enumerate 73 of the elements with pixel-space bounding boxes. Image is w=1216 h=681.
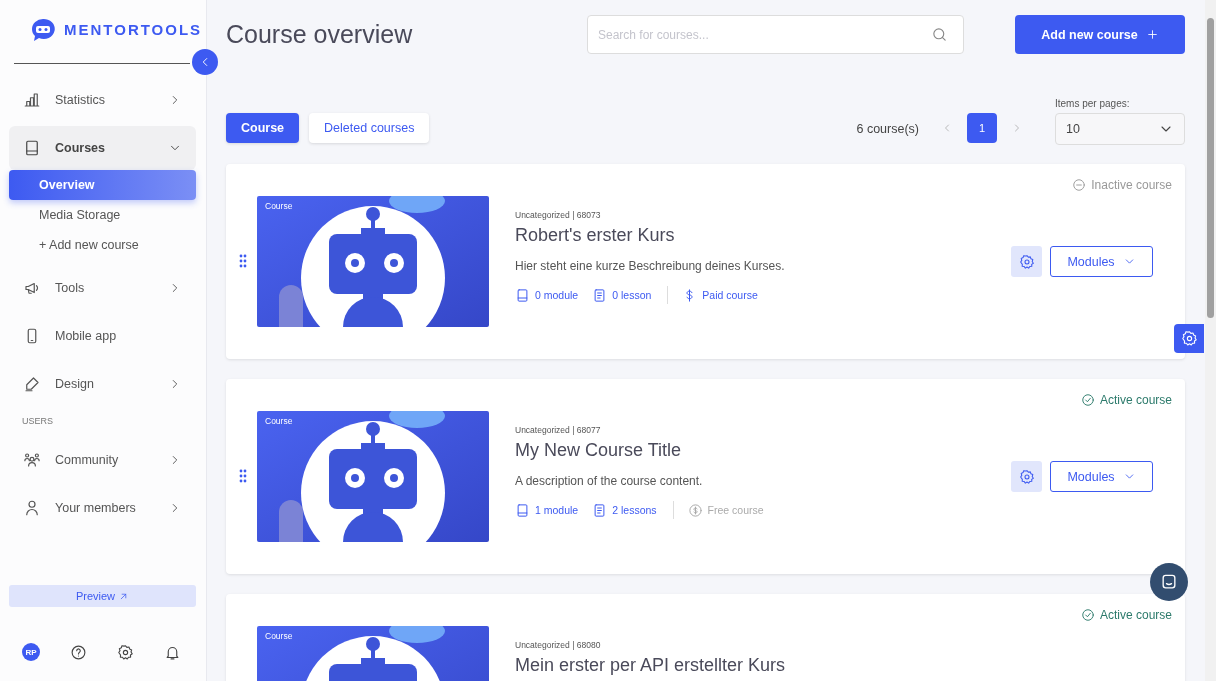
course-title[interactable]: Mein erster per API erstellter Kurs (515, 655, 1153, 676)
settings-icon (1180, 330, 1198, 347)
course-settings-button[interactable] (1011, 246, 1042, 277)
people-icon (23, 451, 41, 469)
items-per-page-label: Items per pages: (1055, 98, 1131, 109)
thumbnail-label: Course (265, 201, 293, 211)
drag-handle-icon[interactable] (239, 254, 247, 268)
modules-dropdown-button[interactable]: Modules (1050, 461, 1153, 492)
tab[interactable]: Deleted courses (309, 113, 430, 143)
settings-icon (117, 643, 134, 661)
module-count[interactable]: 0 module (515, 287, 579, 303)
scrollbar-thumb[interactable] (1207, 18, 1214, 318)
price-type: Free course (687, 502, 764, 518)
course-description: A description of the course content. (515, 474, 704, 488)
sidebar-item[interactable]: Community (9, 438, 196, 482)
modules-dropdown-button[interactable]: Modules (1050, 246, 1153, 277)
settings-icon (1018, 253, 1035, 270)
preview-button[interactable]: Preview (9, 585, 196, 607)
help-icon (70, 643, 87, 661)
book-icon (515, 287, 530, 303)
sidebar-item[interactable]: Statistics (9, 78, 196, 122)
plus-icon (1145, 28, 1159, 41)
search-field[interactable]: Search for courses... (587, 15, 964, 54)
course-status: Active course (1080, 608, 1172, 622)
coin-icon (687, 502, 703, 518)
sidebar-item[interactable]: Mobile app (9, 314, 196, 358)
minus-circle-icon (1072, 178, 1087, 192)
thumbnail-label: Course (265, 416, 293, 426)
sidebar-item[interactable]: Your members (9, 486, 196, 530)
items-per-page-select[interactable]: 10 (1055, 113, 1185, 145)
thumbnail-label: Course (265, 631, 293, 641)
submenu-item[interactable]: Media Storage (9, 200, 196, 230)
robot-logo-icon (30, 17, 56, 41)
user-avatar[interactable]: RP (22, 643, 40, 661)
book-icon (515, 502, 530, 518)
course-description: Hier steht eine kurze Beschreibung deines Kurses. (515, 259, 786, 273)
add-course-button[interactable]: Add new course (1015, 15, 1185, 54)
document-icon (592, 287, 608, 303)
course-status: Inactive course (1072, 178, 1172, 192)
person-icon (23, 499, 41, 517)
course-title[interactable]: My New Course Title (515, 440, 1011, 461)
check-circle-icon (1080, 393, 1095, 407)
document-icon (592, 502, 608, 518)
submenu-item[interactable]: Overview (9, 170, 196, 200)
page-button[interactable]: 1 (967, 113, 997, 143)
pencil-icon (23, 375, 41, 393)
drag-handle-icon[interactable] (239, 469, 247, 483)
collapse-sidebar-button[interactable] (192, 49, 218, 75)
course-count: 6 course(s) (856, 122, 919, 136)
course-status: Active course (1080, 393, 1172, 407)
book-icon (23, 139, 41, 157)
lesson-count[interactable]: 0 lesson (592, 287, 652, 303)
submenu-item[interactable]: + Add new course (9, 230, 196, 260)
section-heading: USERS (21, 415, 54, 428)
sidebar-item[interactable]: Tools (9, 266, 196, 310)
sidebar-item[interactable]: Courses (9, 126, 196, 170)
logo-text: MENTORTOOLS (64, 20, 203, 38)
lesson-count[interactable]: 2 lessons (592, 502, 657, 518)
settings-tab-button[interactable] (1174, 324, 1204, 353)
course-settings-button[interactable] (1011, 461, 1042, 492)
module-count[interactable]: 1 module (515, 502, 579, 518)
price-type: Paid course (682, 287, 758, 303)
check-circle-icon (1080, 608, 1095, 622)
settings-icon (1018, 468, 1035, 485)
sidebar-item[interactable]: Design (9, 362, 196, 406)
course-meta: Uncategorized | 68080 (515, 640, 602, 650)
course-meta: Uncategorized | 68077 (515, 425, 602, 435)
page-title: Course overview (226, 20, 414, 49)
search-icon (931, 26, 948, 43)
course-title[interactable]: Robert's erster Kurs (515, 225, 1011, 246)
tab[interactable]: Course (226, 113, 300, 143)
bar-chart-icon (23, 91, 41, 109)
course-meta: Uncategorized | 68073 (515, 210, 602, 220)
